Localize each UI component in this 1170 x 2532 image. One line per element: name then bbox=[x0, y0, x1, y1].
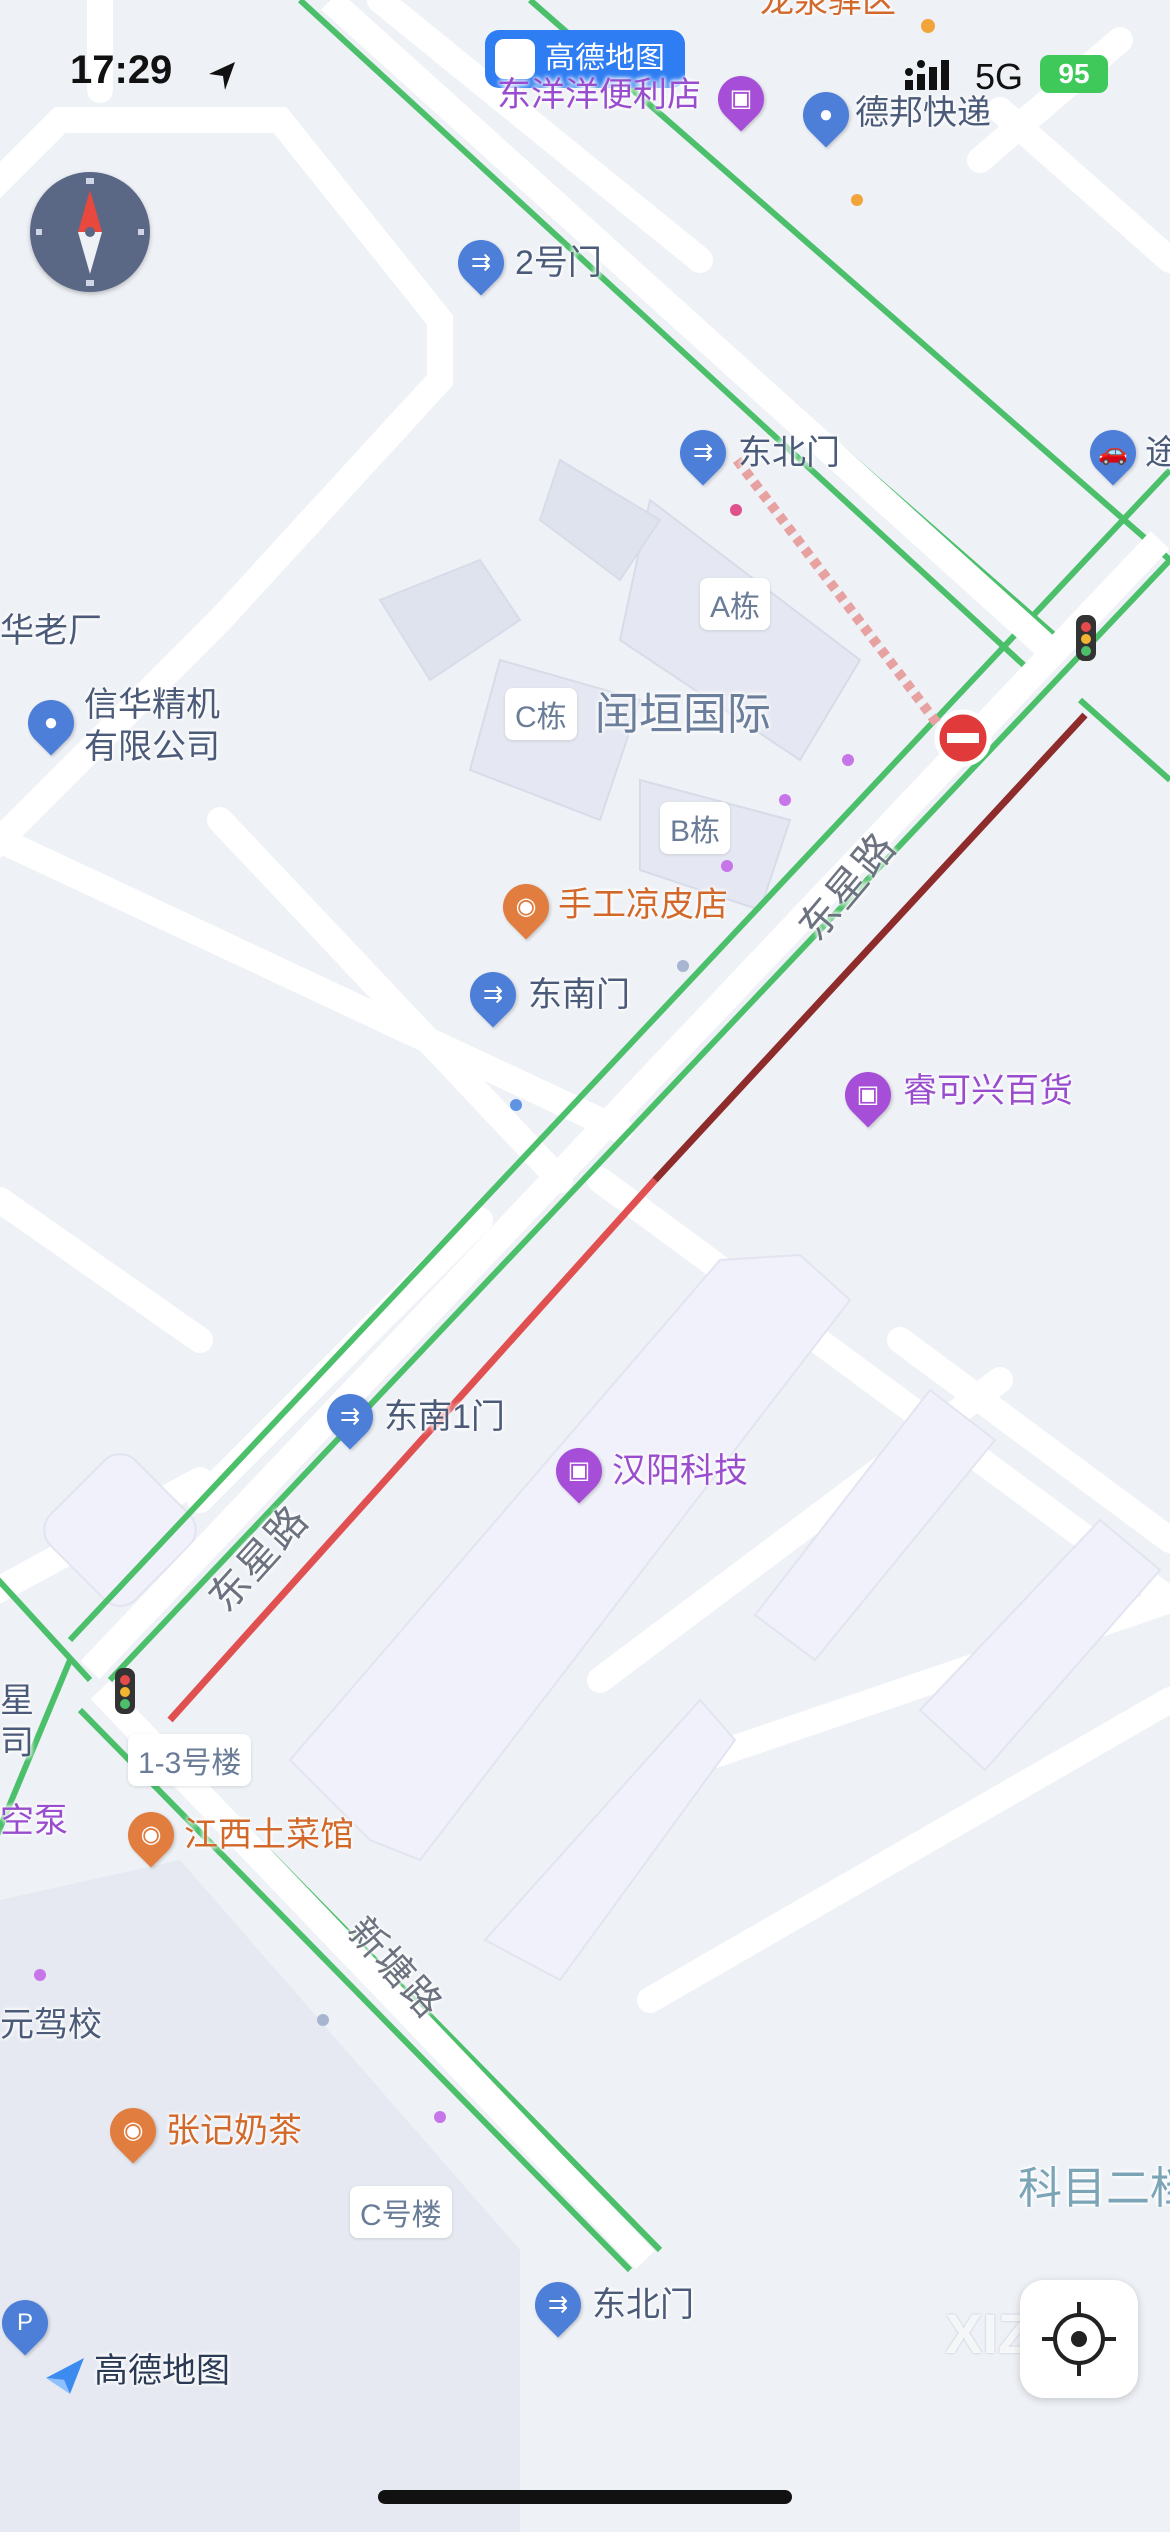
building-b-tag[interactable]: B栋 bbox=[660, 802, 731, 854]
poi-driving-school[interactable]: 元驾校 bbox=[0, 2006, 102, 2045]
poi-old-factory[interactable]: 华老厂 bbox=[0, 612, 102, 651]
map-logo-text: 高德地图 bbox=[94, 2352, 230, 2390]
crosshair-icon bbox=[1042, 2302, 1116, 2376]
poi-runyuan[interactable]: 闰垣国际 bbox=[595, 690, 771, 741]
poi-xinhua-2: 有限公司 bbox=[84, 728, 220, 766]
shop-pin-icon: ▣ bbox=[708, 66, 774, 132]
gate-pin-icon: ⇉ bbox=[670, 420, 736, 486]
building-c-tag[interactable]: C栋 bbox=[505, 688, 577, 740]
building-13-tag[interactable]: 1-3号楼 bbox=[128, 1734, 252, 1786]
poi-tu[interactable]: 途 bbox=[1145, 434, 1170, 473]
poi-kemu[interactable]: 科目二档 bbox=[1018, 2164, 1170, 2215]
location-arrow-icon bbox=[209, 62, 235, 90]
food-pin-icon: ◉ bbox=[118, 1802, 184, 1868]
shop-pin-icon: ▣ bbox=[546, 1438, 612, 1504]
poi-jiangxi[interactable]: 江西土菜馆 bbox=[184, 1816, 354, 1855]
gate-pin-icon: ⇉ bbox=[448, 230, 514, 296]
home-indicator[interactable] bbox=[378, 2490, 792, 2504]
poi-zhangji[interactable]: 张记奶茶 bbox=[166, 2112, 302, 2151]
poi-xinhua-1[interactable]: 信华精机 bbox=[84, 686, 220, 725]
signal-icon bbox=[905, 60, 949, 90]
locate-me-button[interactable] bbox=[1020, 2280, 1138, 2398]
network-label: 5G bbox=[975, 56, 1024, 97]
amap-logo-icon bbox=[495, 39, 535, 79]
location-pin-icon: ● bbox=[18, 690, 84, 756]
poi-partial-si: 司 bbox=[0, 1724, 34, 1762]
poi-dongyang-store[interactable]: 东洋洋便利店 bbox=[497, 76, 701, 115]
gate-pin-icon: ⇉ bbox=[317, 1384, 383, 1450]
location-pin-icon: ● bbox=[793, 82, 859, 148]
compass-button[interactable] bbox=[30, 172, 150, 292]
poi-partial-beng: 空泵 bbox=[0, 1802, 68, 1840]
status-time: 17:29 bbox=[70, 48, 173, 92]
poi-gate-2[interactable]: 2号门 bbox=[515, 244, 602, 283]
gate-pin-icon: ⇉ bbox=[525, 2272, 591, 2338]
food-pin-icon: ◉ bbox=[493, 874, 559, 940]
app-chip-label: 高德地图 bbox=[545, 42, 665, 75]
shop-pin-icon: ▣ bbox=[835, 1062, 901, 1128]
building-a-tag[interactable]: A栋 bbox=[700, 578, 771, 630]
amap-logo-icon bbox=[46, 2358, 84, 2394]
building-c-lou-tag[interactable]: C号楼 bbox=[350, 2186, 452, 2238]
map-canvas[interactable] bbox=[0, 0, 1170, 2532]
poi-gate-south-east[interactable]: 东南门 bbox=[528, 976, 630, 1015]
battery-indicator: 95 bbox=[1040, 55, 1108, 93]
poi-top-partial[interactable]: 龙泉驿区 bbox=[760, 0, 896, 21]
poi-liangpi[interactable]: 手工凉皮店 bbox=[558, 886, 728, 925]
poi-ruikexing[interactable]: 睿可兴百货 bbox=[903, 1072, 1073, 1111]
poi-debang[interactable]: 德邦快递 bbox=[855, 94, 991, 133]
compass-icon bbox=[36, 178, 144, 286]
car-pin-icon: 🚗 bbox=[1080, 420, 1146, 486]
food-pin-icon: ◉ bbox=[100, 2098, 166, 2164]
poi-gate-south-east-1[interactable]: 东南1门 bbox=[384, 1398, 505, 1437]
poi-hanyang[interactable]: 汉阳科技 bbox=[612, 1452, 748, 1491]
poi-partial-xing: 星 bbox=[0, 1682, 34, 1720]
poi-gate-north-east-2[interactable]: 东北门 bbox=[592, 2286, 694, 2325]
gate-pin-icon: ⇉ bbox=[460, 962, 526, 1028]
poi-gate-north-east[interactable]: 东北门 bbox=[738, 434, 840, 473]
